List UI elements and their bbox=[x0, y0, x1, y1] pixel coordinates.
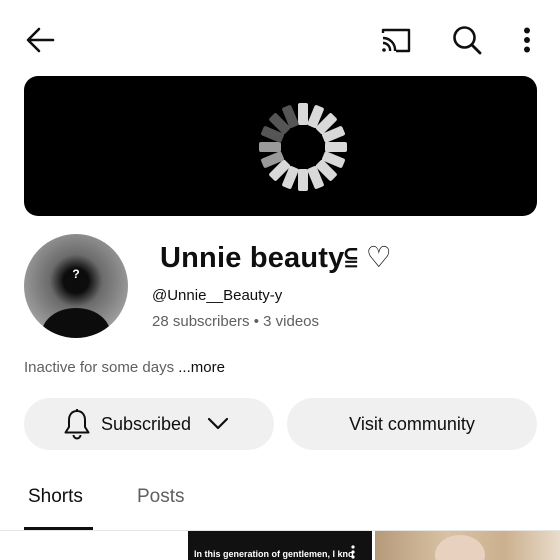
cast-button[interactable] bbox=[377, 22, 415, 58]
chevron-down-icon bbox=[207, 417, 229, 430]
top-app-bar bbox=[0, 0, 560, 80]
short-thumbnail[interactable] bbox=[375, 531, 560, 560]
thumbnail-caption: In this generation of gentlemen, I kno bbox=[194, 549, 354, 559]
more-link[interactable]: ...more bbox=[178, 359, 225, 376]
more-vert-icon bbox=[524, 27, 530, 53]
more-options-button[interactable] bbox=[512, 22, 542, 58]
visit-community-label: Visit community bbox=[349, 413, 475, 434]
avatar-glyph: ? bbox=[72, 267, 80, 281]
loading-spinner-icon bbox=[259, 103, 347, 191]
description-text: Inactive for some days bbox=[24, 359, 175, 376]
video-count: 3 videos bbox=[263, 313, 320, 330]
channel-banner bbox=[24, 76, 537, 216]
spinner-spoke bbox=[298, 169, 308, 191]
short-thumbnail[interactable]: In this generation of gentlemen, I kno bbox=[188, 531, 372, 560]
tab-posts[interactable]: Posts bbox=[137, 486, 185, 508]
search-icon bbox=[453, 26, 482, 55]
subscribed-button[interactable]: Subscribed bbox=[24, 398, 274, 450]
more-vert-icon[interactable] bbox=[351, 545, 355, 559]
spinner-spoke bbox=[259, 142, 281, 152]
subscriber-count: 28 subscribers bbox=[152, 313, 250, 330]
spinner-spoke bbox=[298, 103, 308, 125]
back-button[interactable] bbox=[22, 22, 58, 58]
bell-icon bbox=[64, 409, 90, 440]
search-button[interactable] bbox=[448, 22, 486, 58]
channel-handle: @Unnie__Beauty-y bbox=[152, 287, 283, 304]
subscribed-label: Subscribed bbox=[101, 413, 192, 434]
avatar-figure bbox=[42, 308, 110, 338]
tab-shorts[interactable]: Shorts bbox=[28, 486, 83, 508]
spinner-spoke bbox=[325, 142, 347, 152]
cast-icon bbox=[381, 28, 411, 53]
stats-separator: • bbox=[253, 313, 259, 330]
channel-description[interactable]: Inactive for some days ...more bbox=[24, 359, 225, 376]
channel-stats: 28 subscribers • 3 videos bbox=[152, 313, 319, 330]
visit-community-button[interactable]: Visit community bbox=[287, 398, 537, 450]
avatar[interactable]: ? bbox=[24, 234, 128, 338]
channel-name: Unnie beauty⫅ ♡ bbox=[160, 242, 392, 274]
thumbnail-image bbox=[435, 535, 485, 560]
arrow-back-icon bbox=[26, 27, 55, 53]
